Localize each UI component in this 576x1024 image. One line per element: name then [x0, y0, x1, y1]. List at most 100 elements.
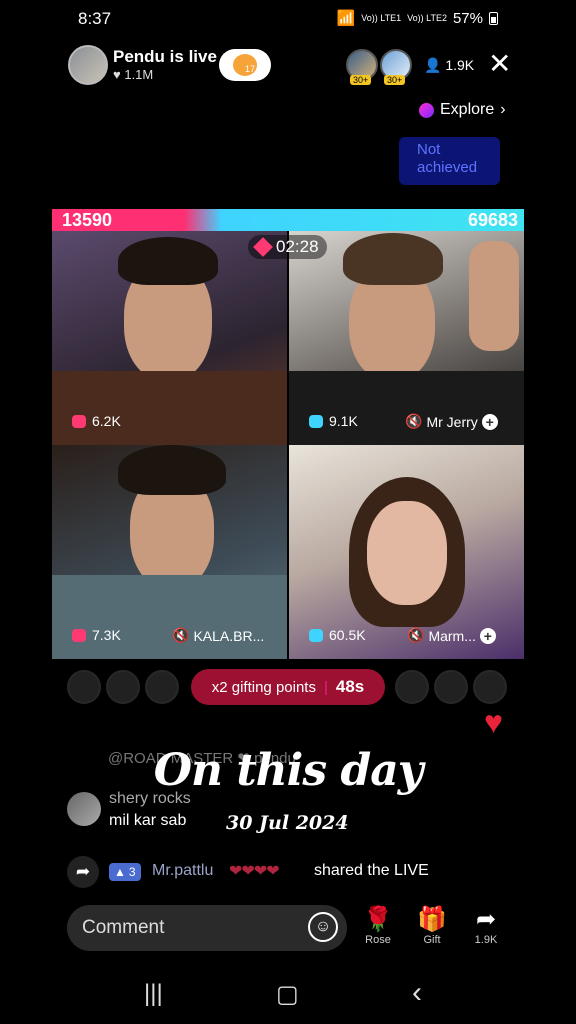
host-name[interactable]: Pendu is live: [113, 47, 217, 67]
divider: |: [323, 678, 328, 696]
explore-label: Explore: [440, 101, 495, 118]
shirt: [289, 371, 524, 445]
gifter-avatar[interactable]: [473, 670, 507, 704]
top-viewer-avatar-1[interactable]: 30+: [346, 49, 378, 85]
sim1-label: Vo)) LTE1: [361, 12, 402, 23]
guest-name-chip[interactable]: 🔇 Marm... +: [407, 627, 496, 644]
battle-timer-text: 02:28: [276, 237, 319, 256]
goal-status-badge: Not achieved: [399, 137, 500, 185]
mute-icon: 🔇: [172, 627, 190, 643]
guest-hair: [118, 445, 226, 495]
gifting-label: x2 gifting points: [211, 678, 316, 696]
level-icon: ▲: [114, 865, 126, 879]
battle-score-bar: [52, 209, 524, 231]
rank-badge: 30+: [384, 75, 406, 85]
share-arrow-icon: ➦: [475, 906, 497, 933]
share-hearts: ❤❤❤❤: [229, 863, 280, 880]
guest-name: KALA.BR...: [193, 627, 265, 644]
battle-icon: [253, 237, 273, 257]
score-right: 69683: [467, 210, 518, 230]
share-icon: ➦: [67, 856, 99, 888]
battery-percent: 57%: [452, 9, 483, 27]
host-likes: ♥ 1.1M: [113, 67, 153, 82]
host-likes-count: 1.1M: [124, 67, 154, 82]
host-avatar[interactable]: [68, 45, 108, 85]
gifter-avatar[interactable]: [145, 670, 179, 704]
viewer-count[interactable]: 👤 1.9K: [424, 57, 474, 74]
tile-score: 60.5K: [329, 627, 366, 643]
guest-name-chip[interactable]: 🔇 Mr Jerry +: [405, 413, 498, 430]
video-tile-2[interactable]: 9.1K 🔇 Mr Jerry +: [289, 231, 524, 445]
close-icon[interactable]: ✕: [488, 50, 511, 78]
add-icon[interactable]: +: [479, 627, 496, 644]
mute-icon: 🔇: [405, 413, 423, 429]
rank-badge: 30+: [350, 75, 372, 85]
emoji-icon[interactable]: ☺: [308, 912, 338, 942]
battery-icon: [489, 11, 498, 25]
fan-level: 17: [244, 64, 255, 74]
tile-stat: 9.1K: [309, 413, 358, 429]
rose-button[interactable]: 🌹 Rose: [358, 906, 398, 946]
tile-stat: 60.5K: [309, 627, 366, 643]
guest-name: Mr Jerry: [426, 413, 478, 430]
recent-apps-icon[interactable]: |||: [144, 980, 163, 1008]
back-icon[interactable]: ‹: [412, 976, 422, 1010]
comment-user[interactable]: shery rocks: [109, 790, 191, 808]
gifter-avatar[interactable]: [106, 670, 140, 704]
viewer-count-text: 1.9K: [445, 57, 475, 73]
top-viewer-avatar-2[interactable]: 30+: [380, 49, 412, 85]
gifter-avatar[interactable]: [67, 670, 101, 704]
guest-hand: [469, 241, 519, 351]
status-icons: 📶 Vo)) LTE1 Vo)) LTE2 57%: [337, 9, 498, 27]
rose-icon: 🌹: [363, 906, 393, 933]
shirt: [52, 575, 287, 659]
wifi-icon: 📶: [336, 10, 356, 27]
heart-icon: ♥: [113, 67, 121, 82]
guest-hair: [343, 233, 443, 285]
tile-score: 9.1K: [329, 413, 358, 429]
explore-icon: [419, 102, 434, 118]
tile-stat: 6.2K: [72, 413, 121, 429]
video-tile-3[interactable]: 7.3K 🔇 KALA.BR...: [52, 445, 287, 659]
home-icon[interactable]: ▢: [276, 980, 299, 1009]
battle-timer: 02:28: [248, 235, 327, 259]
mute-icon: 🔇: [407, 627, 425, 643]
status-bar: 8:37 📶 Vo)) LTE1 Vo)) LTE2 57%: [0, 0, 576, 36]
video-tile-4[interactable]: 60.5K 🔇 Marm... +: [289, 445, 524, 659]
follow-button[interactable]: 17: [219, 49, 271, 81]
gifter-avatar[interactable]: [395, 670, 429, 704]
comment-placeholder[interactable]: Comment: [82, 917, 164, 939]
guest-name: Marm...: [428, 627, 476, 644]
comment-text: mil kar sab: [109, 812, 187, 829]
rose-label: Rose: [365, 934, 391, 946]
shirt: [52, 371, 287, 445]
share-user[interactable]: Mr.pattlu: [152, 862, 213, 880]
user-level-badge: ▲ 3: [109, 863, 141, 881]
commenter-avatar[interactable]: [67, 792, 101, 826]
person-icon: 👤: [424, 57, 442, 73]
tile-score: 7.3K: [92, 627, 121, 643]
camera-icon: [309, 414, 323, 428]
share-button[interactable]: ➦ 1.9K: [466, 906, 506, 946]
memory-overlay-title: On this day: [153, 745, 424, 796]
guest-face: [367, 501, 447, 605]
fan-heart-icon: 17: [233, 54, 257, 76]
chevron-right-icon: ›: [500, 101, 506, 118]
gifting-points-pill[interactable]: x2 gifting points | 48s: [191, 669, 385, 705]
gift-button[interactable]: 🎁 Gift: [412, 906, 452, 946]
camera-icon: [72, 414, 86, 428]
gifter-avatar[interactable]: [434, 670, 468, 704]
gift-icon: 🎁: [417, 906, 447, 933]
tile-stat: 7.3K: [72, 627, 121, 643]
sim2-label: Vo)) LTE2: [407, 12, 447, 23]
video-tile-1[interactable]: 6.2K: [52, 231, 287, 445]
add-icon[interactable]: +: [481, 413, 498, 430]
guest-name-chip[interactable]: 🔇 KALA.BR...: [172, 627, 264, 644]
gift-label: Gift: [423, 934, 441, 946]
status-time: 8:37: [78, 9, 112, 28]
host-hair: [118, 237, 218, 285]
level-number: 3: [128, 865, 136, 879]
gifting-seconds: 48s: [335, 677, 365, 696]
like-heart-icon[interactable]: ♥: [484, 706, 503, 738]
explore-button[interactable]: Explore ›: [419, 101, 506, 119]
